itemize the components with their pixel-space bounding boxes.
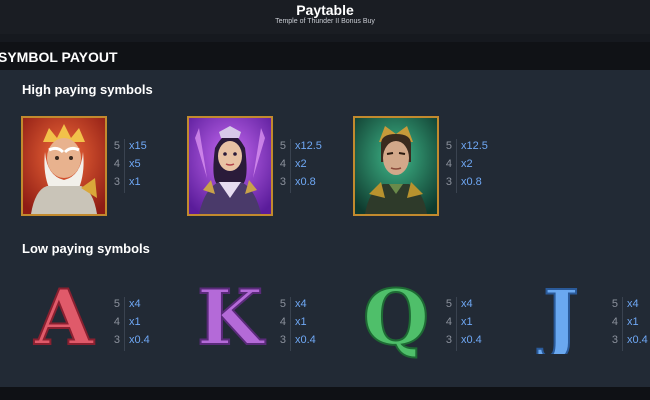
payout-multiplier: x0.8 xyxy=(295,176,316,188)
divider xyxy=(622,315,623,333)
symbol-count: 4 xyxy=(279,316,286,328)
symbol-count: 5 xyxy=(445,140,452,152)
high-symbol-3 xyxy=(353,116,439,216)
payout-multiplier: x4 xyxy=(129,298,141,310)
goddess-portrait-icon xyxy=(187,116,273,216)
symbol-count: 3 xyxy=(113,334,120,346)
symbol-count: 4 xyxy=(611,316,618,328)
letter-glyph: K xyxy=(197,282,266,354)
payout-multiplier: x1 xyxy=(627,316,639,328)
divider xyxy=(456,139,457,157)
symbol-count: 4 xyxy=(113,316,120,328)
payout-multiplier: x1 xyxy=(129,316,141,328)
payout-multiplier: x4 xyxy=(295,298,307,310)
payout-multiplier: x12.5 xyxy=(461,140,488,152)
divider xyxy=(124,333,125,351)
divider xyxy=(124,297,125,315)
payout-multiplier: x2 xyxy=(461,158,473,170)
footer-bar xyxy=(0,387,650,400)
high-symbol-2 xyxy=(187,116,273,216)
low-symbol-a-payouts: 5 x4 4 x1 3 x0.4 xyxy=(110,297,170,358)
divider xyxy=(290,333,291,351)
letter-glyph: J xyxy=(537,282,579,354)
payout-multiplier: x1 xyxy=(461,316,473,328)
symbol-count: 5 xyxy=(279,298,286,310)
divider xyxy=(622,333,623,351)
zeus-portrait-icon xyxy=(21,116,107,216)
low-symbol-j-payouts: 5 x4 4 x1 3 x0.4 xyxy=(608,297,650,358)
symbol-count: 4 xyxy=(445,158,452,170)
low-paying-title: Low paying symbols xyxy=(22,241,150,256)
high-symbol-1-payouts: 5 x15 4 x5 3 x1 xyxy=(110,139,170,200)
divider xyxy=(290,157,291,175)
symbol-count: 4 xyxy=(445,316,452,328)
game-subtitle: Temple of Thunder II Bonus Buy xyxy=(275,18,375,25)
payout-multiplier: x0.4 xyxy=(295,334,316,346)
payout-multiplier: x2 xyxy=(295,158,307,170)
symbol-count: 3 xyxy=(611,334,618,346)
divider xyxy=(456,157,457,175)
payout-multiplier: x0.8 xyxy=(461,176,482,188)
symbol-count: 4 xyxy=(113,158,120,170)
divider xyxy=(456,315,457,333)
divider xyxy=(456,333,457,351)
symbol-count: 3 xyxy=(445,176,452,188)
warrior-portrait-icon xyxy=(353,116,439,216)
symbol-count: 3 xyxy=(279,176,286,188)
low-symbol-k-payouts: 5 x4 4 x1 3 x0.4 xyxy=(276,297,336,358)
high-symbol-3-payouts: 5 x12.5 4 x2 3 x0.8 xyxy=(442,139,502,200)
divider xyxy=(290,297,291,315)
divider xyxy=(124,139,125,157)
letter-q-icon: Q xyxy=(353,272,439,382)
divider xyxy=(622,297,623,315)
high-symbol-1 xyxy=(21,116,107,216)
letter-glyph: Q xyxy=(363,282,429,362)
divider xyxy=(124,315,125,333)
payout-multiplier: x15 xyxy=(129,140,147,152)
divider xyxy=(124,157,125,175)
symbol-count: 5 xyxy=(279,140,286,152)
letter-k-icon: K xyxy=(187,272,273,382)
payout-multiplier: x0.4 xyxy=(461,334,482,346)
payout-multiplier: x12.5 xyxy=(295,140,322,152)
paytable-header: Paytable Temple of Thunder II Bonus Buy xyxy=(0,0,650,34)
symbol-count: 4 xyxy=(279,158,286,170)
symbol-count: 5 xyxy=(113,140,120,152)
section-title: SYMBOL PAYOUT xyxy=(0,49,118,65)
symbol-count: 5 xyxy=(445,298,452,310)
divider xyxy=(456,175,457,193)
letter-j-icon: J xyxy=(518,272,604,382)
divider xyxy=(290,315,291,333)
payout-multiplier: x1 xyxy=(295,316,307,328)
payout-multiplier: x1 xyxy=(129,176,141,188)
divider xyxy=(456,297,457,315)
payout-panel: High paying symbols 5 x15 4 x5 3 x1 5 x1… xyxy=(0,70,650,387)
symbol-count: 3 xyxy=(113,176,120,188)
low-symbol-q-payouts: 5 x4 4 x1 3 x0.4 xyxy=(442,297,502,358)
symbol-count: 5 xyxy=(611,298,618,310)
payout-multiplier: x0.4 xyxy=(627,334,648,346)
divider xyxy=(290,139,291,157)
high-symbol-2-payouts: 5 x12.5 4 x2 3 x0.8 xyxy=(276,139,336,200)
symbol-count: 5 xyxy=(113,298,120,310)
symbol-count: 3 xyxy=(279,334,286,346)
letter-glyph: A xyxy=(34,282,95,354)
divider xyxy=(290,175,291,193)
section-header: SYMBOL PAYOUT xyxy=(0,42,650,70)
divider xyxy=(124,175,125,193)
symbol-count: 3 xyxy=(445,334,452,346)
payout-multiplier: x5 xyxy=(129,158,141,170)
payout-multiplier: x4 xyxy=(627,298,639,310)
letter-a-icon: A xyxy=(21,272,107,382)
high-paying-title: High paying symbols xyxy=(22,82,153,97)
page-title: Paytable xyxy=(296,2,354,18)
payout-multiplier: x0.4 xyxy=(129,334,150,346)
payout-multiplier: x4 xyxy=(461,298,473,310)
